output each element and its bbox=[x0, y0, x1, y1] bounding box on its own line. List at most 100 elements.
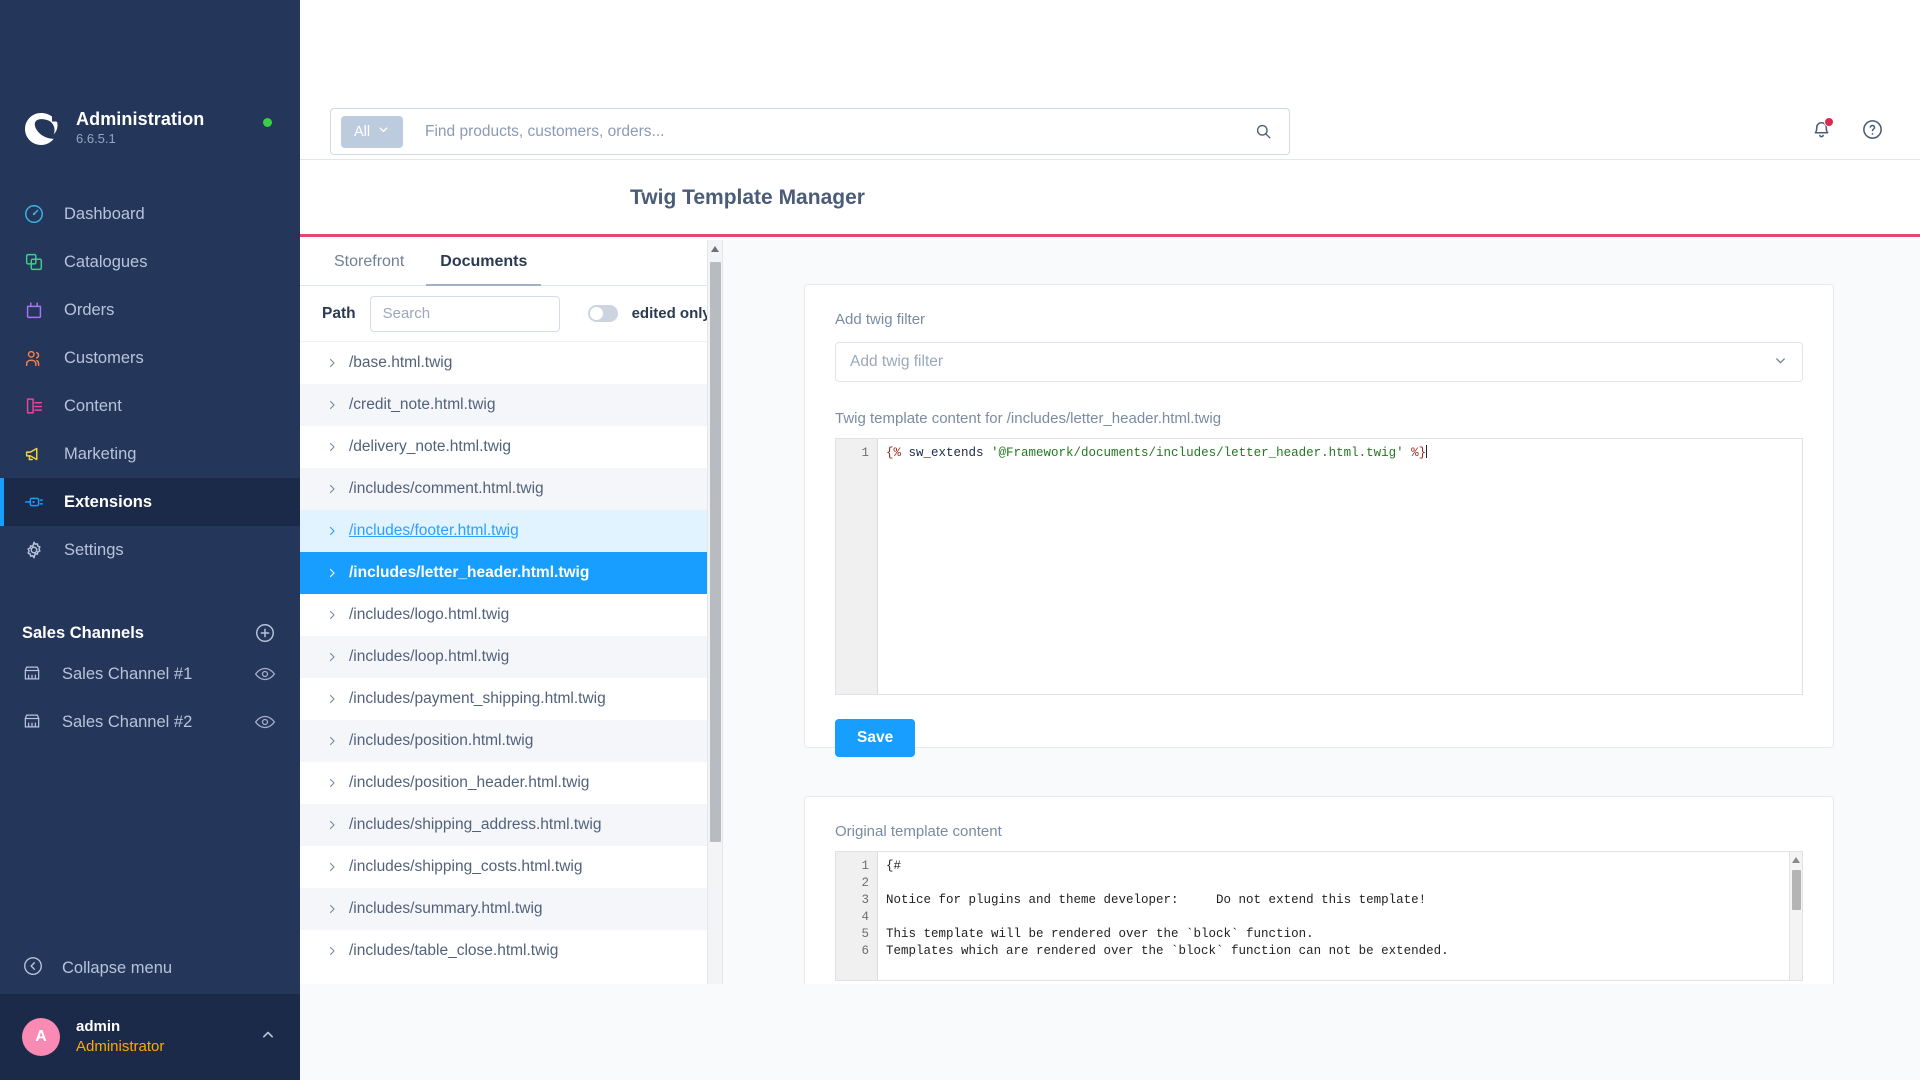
file-list-scrollbar[interactable] bbox=[707, 240, 722, 984]
file-list-item[interactable]: /credit_note.html.twig bbox=[300, 384, 722, 426]
file-name: /includes/letter_header.html.twig bbox=[349, 563, 590, 581]
sidebar-item-dashboard[interactable]: Dashboard bbox=[0, 190, 300, 238]
file-list-item[interactable]: /includes/footer.html.twig bbox=[300, 510, 722, 552]
help-circle-icon[interactable] bbox=[1861, 118, 1884, 141]
file-list-item[interactable]: /delivery_note.html.twig bbox=[300, 426, 722, 468]
bell-icon[interactable] bbox=[1810, 117, 1834, 141]
content-icon bbox=[22, 394, 46, 418]
file-name: /credit_note.html.twig bbox=[349, 395, 496, 413]
chevron-right-icon bbox=[325, 524, 339, 538]
file-list-item[interactable]: /includes/position.html.twig bbox=[300, 720, 722, 762]
catalogue-icon bbox=[22, 250, 46, 274]
path-label: Path bbox=[322, 304, 356, 322]
sales-channel-item-2[interactable]: Sales Channel #2 bbox=[0, 698, 300, 746]
scrollbar-thumb[interactable] bbox=[710, 262, 721, 842]
user-name: admin bbox=[76, 1017, 121, 1035]
sidebar-item-marketing[interactable]: Marketing bbox=[0, 430, 300, 478]
path-search-input[interactable] bbox=[369, 295, 560, 332]
sidebar-item-catalogues[interactable]: Catalogues bbox=[0, 238, 300, 286]
code-token-keyword: sw_extends bbox=[901, 446, 992, 460]
chevron-right-icon bbox=[325, 944, 339, 958]
customers-icon bbox=[22, 346, 46, 370]
search-icon[interactable] bbox=[1254, 122, 1273, 141]
template-file-list[interactable]: /base.html.twig/credit_note.html.twig/de… bbox=[300, 342, 722, 984]
sales-channel-item-1[interactable]: Sales Channel #1 bbox=[0, 650, 300, 698]
file-name: /includes/position.html.twig bbox=[349, 731, 534, 749]
global-search: All bbox=[330, 108, 1290, 155]
file-list-item[interactable]: /includes/comment.html.twig bbox=[300, 468, 722, 510]
file-name: /includes/summary.html.twig bbox=[349, 899, 543, 917]
scrollbar-thumb[interactable] bbox=[1792, 870, 1801, 910]
page-header: Twig Template Manager bbox=[300, 161, 1920, 237]
scroll-up-arrow-icon[interactable] bbox=[711, 246, 719, 252]
original-code-scrollbar[interactable] bbox=[1789, 852, 1802, 980]
code-token-string: '@Framework/documents/includes/letter_he… bbox=[991, 446, 1404, 460]
main-navigation: Dashboard Catalogues Orders Customers Co… bbox=[0, 190, 300, 574]
sidebar-item-customers[interactable]: Customers bbox=[0, 334, 300, 382]
file-list-item[interactable]: /includes/shipping_address.html.twig bbox=[300, 804, 722, 846]
file-list-item[interactable]: /includes/position_header.html.twig bbox=[300, 762, 722, 804]
search-scope-selector[interactable]: All bbox=[341, 115, 403, 148]
code-line: Templates which are rendered over the `b… bbox=[886, 944, 1449, 958]
original-template-card: Original template content 1 2 3 4 5 6 {# Noti… bbox=[804, 796, 1834, 984]
file-list-item[interactable]: /includes/table_close.html.twig bbox=[300, 930, 722, 972]
chevron-up-icon[interactable] bbox=[258, 1025, 278, 1050]
sidebar-item-label: Content bbox=[64, 396, 122, 415]
file-name: /includes/footer.html.twig bbox=[349, 521, 519, 539]
file-list-item[interactable]: /includes/payment_shipping.html.twig bbox=[300, 678, 722, 720]
file-name: /includes/comment.html.twig bbox=[349, 479, 544, 497]
save-button[interactable]: Save bbox=[835, 719, 916, 757]
eye-icon[interactable] bbox=[254, 666, 276, 682]
add-circle-icon[interactable] bbox=[254, 622, 276, 644]
code-line: Notice for plugins and theme developer: … bbox=[886, 893, 1427, 907]
code-content[interactable]: {% sw_extends '@Framework/documents/incl… bbox=[878, 439, 1802, 694]
file-name: /includes/loop.html.twig bbox=[349, 647, 510, 665]
chevron-right-icon bbox=[325, 692, 339, 706]
eye-icon[interactable] bbox=[254, 714, 276, 730]
edited-only-toggle[interactable] bbox=[587, 305, 618, 322]
collapse-menu-button[interactable]: Collapse menu bbox=[0, 942, 300, 994]
file-list-item[interactable]: /base.html.twig bbox=[300, 342, 722, 384]
page-title: Twig Template Manager bbox=[630, 185, 865, 209]
chevron-right-icon bbox=[325, 818, 339, 832]
code-line-number: 1 bbox=[861, 446, 869, 460]
file-list-item[interactable]: /includes/summary.html.twig bbox=[300, 888, 722, 930]
shopware-logo-icon bbox=[22, 108, 62, 148]
search-scope-label: All bbox=[353, 123, 371, 140]
file-list-item[interactable]: /includes/loop.html.twig bbox=[300, 636, 722, 678]
twig-code-editor[interactable]: 1 {% sw_extends '@Framework/documents/in… bbox=[835, 438, 1803, 695]
twig-filter-value: Add twig filter bbox=[850, 353, 944, 370]
file-name: /includes/logo.html.twig bbox=[349, 605, 510, 623]
code-line-number: 6 bbox=[861, 944, 869, 958]
chevron-down-icon bbox=[1773, 353, 1788, 371]
file-list-item[interactable]: /includes/letter_header.html.twig bbox=[300, 552, 722, 594]
file-name: /base.html.twig bbox=[349, 353, 453, 371]
dashboard-icon bbox=[22, 202, 46, 226]
chevron-right-icon bbox=[325, 440, 339, 454]
tab-documents[interactable]: Documents bbox=[426, 240, 542, 286]
sales-channel-label: Sales Channel #1 bbox=[62, 664, 193, 683]
chevron-right-icon bbox=[325, 356, 339, 370]
tab-storefront[interactable]: Storefront bbox=[320, 240, 418, 286]
file-list-item[interactable]: /includes/shipping_costs.html.twig bbox=[300, 846, 722, 888]
file-list-item[interactable]: /includes/logo.html.twig bbox=[300, 594, 722, 636]
brand: Administration 6.6.5.1 bbox=[0, 92, 300, 164]
user-menu[interactable]: A admin Administrator bbox=[0, 994, 300, 1080]
sidebar-item-orders[interactable]: Orders bbox=[0, 286, 300, 334]
search-input[interactable] bbox=[403, 122, 1254, 141]
settings-gear-icon bbox=[22, 538, 46, 562]
original-code-viewer[interactable]: 1 2 3 4 5 6 {# Notice for plugins and theme d… bbox=[835, 851, 1803, 981]
avatar: A bbox=[22, 1018, 60, 1056]
scroll-up-arrow-icon[interactable] bbox=[1792, 857, 1800, 863]
sidebar-item-content[interactable]: Content bbox=[0, 382, 300, 430]
twig-filter-select[interactable]: Add twig filter bbox=[835, 342, 1803, 382]
sidebar-item-label: Marketing bbox=[64, 444, 137, 463]
sidebar-item-extensions[interactable]: Extensions bbox=[0, 478, 300, 526]
code-gutter: 1 bbox=[836, 439, 878, 694]
chevron-right-icon bbox=[325, 860, 339, 874]
file-name: /delivery_note.html.twig bbox=[349, 437, 511, 455]
code-line-number: 1 bbox=[861, 859, 869, 873]
twig-editor-card: Add twig filter Add twig filter Twig tem… bbox=[804, 284, 1834, 757]
sidebar-item-settings[interactable]: Settings bbox=[0, 526, 300, 574]
marketing-megaphone-icon bbox=[22, 442, 46, 466]
